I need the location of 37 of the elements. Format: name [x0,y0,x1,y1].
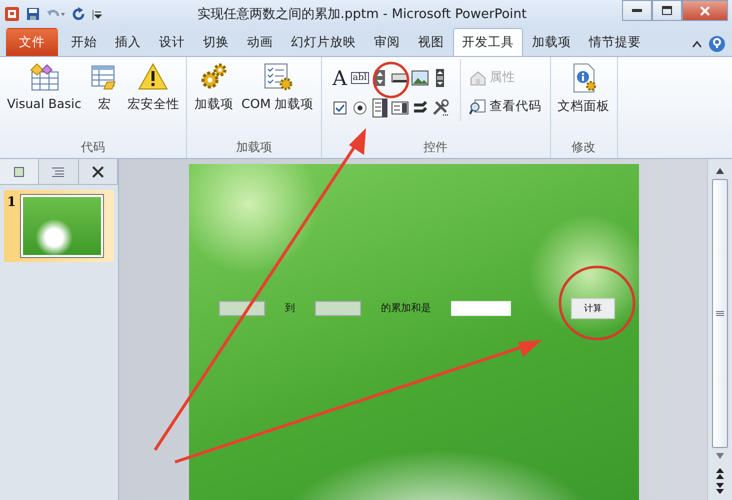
slide-thumbnail[interactable]: 1 [4,190,114,262]
button-label: 加载项 [194,96,234,113]
label-control-icon[interactable]: A [332,66,347,90]
ribbon-button[interactable]: 文档面板 [554,59,613,118]
ribbon-tab[interactable]: 加载项 [523,28,580,56]
slide-label: 的累加和是 [381,302,431,315]
group-label: 加载项 [235,139,274,156]
slide-label: 到 [285,302,295,315]
ribbon-tab[interactable]: 动画 [238,28,282,56]
ribbon-tab[interactable]: 设计 [150,28,194,56]
ribbon-button[interactable]: 宏安全性 [124,59,182,116]
ribbon-tab[interactable]: 开发工具 [453,28,523,56]
ribbon-button[interactable]: COM 加载项 [238,59,317,116]
group-label: 代码 [80,139,106,156]
textbox-control-icon[interactable]: abl [350,72,369,84]
ribbon-tab[interactable]: 幻灯片放映 [282,28,365,56]
ribbon-button[interactable]: 查看代码 [468,98,542,115]
ribbon-button[interactable]: Visual Basic [4,59,84,114]
button-label: 宏安全性 [127,96,180,113]
button-label: Visual Basic [7,96,82,111]
ribbon-button[interactable]: 加载项 [191,59,236,116]
button-label: 文档面板 [558,98,610,115]
ribbon-tab[interactable]: 切换 [194,28,238,56]
button-label: 宏 [98,96,111,113]
ribbon-tab[interactable]: 视图 [409,28,453,56]
window-title: 实现任意两数之间的累加.pptm - Microsoft PowerPoint [196,6,528,23]
group-label: 修改 [570,139,597,156]
ribbon-tab[interactable]: 文件 [6,28,58,56]
button-label: COM 加载项 [241,96,314,113]
group-label: 控件 [422,139,449,156]
ribbon-tab[interactable]: 插入 [106,28,150,56]
ribbon-tab[interactable]: 审阅 [365,28,409,56]
slide-number: 1 [7,195,17,212]
calculate-button[interactable]: 计算 [571,298,615,318]
ribbon-button[interactable]: 宏 [86,59,122,116]
ribbon-tab[interactable]: 开始 [62,28,106,56]
ribbon-tab[interactable]: 情节提要 [580,28,650,56]
